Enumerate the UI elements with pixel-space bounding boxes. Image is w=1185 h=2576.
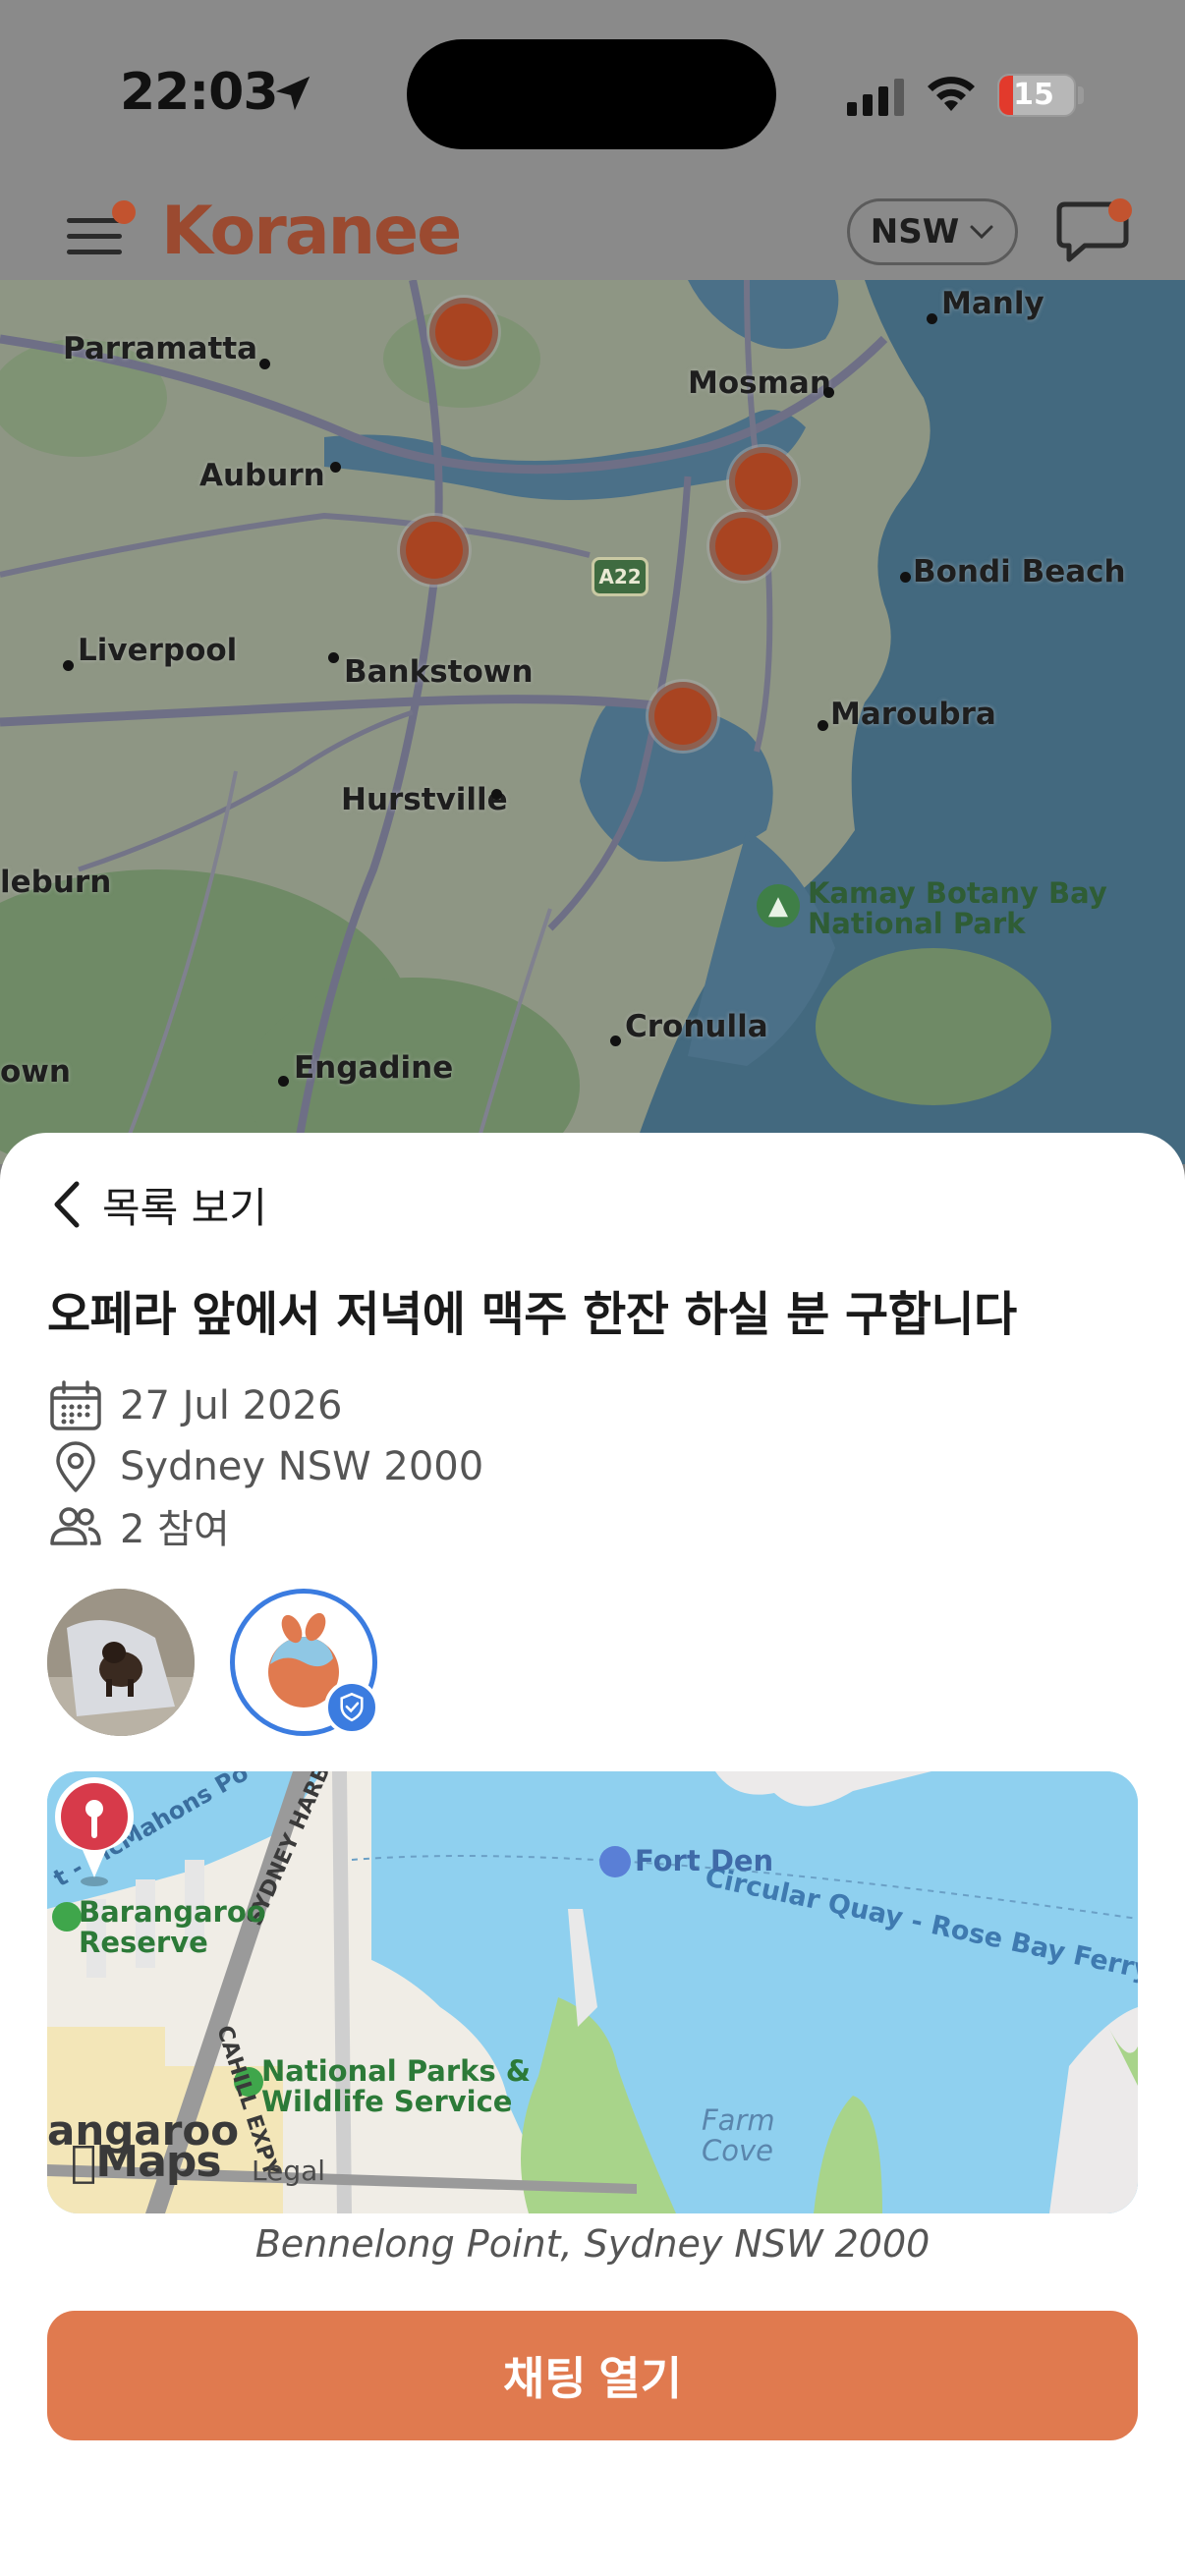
map-label-leburn: leburn xyxy=(0,865,112,900)
people-icon xyxy=(50,1507,101,1545)
dynamic-island xyxy=(407,39,776,149)
meetup-marker[interactable] xyxy=(709,512,778,581)
meetup-date: 27 Jul 2026 xyxy=(120,1383,343,1428)
map-dot-parramatta xyxy=(259,359,270,369)
map-label-parramatta: Parramatta xyxy=(63,331,258,366)
map-label-mosman: Mosman xyxy=(688,365,831,401)
map-dot-manly xyxy=(927,313,937,324)
shield-check-icon xyxy=(324,1680,379,1735)
meetup-participants-row: 2 참여 xyxy=(49,1499,230,1552)
status-time: 22:03 xyxy=(120,63,279,122)
meetup-participants: 2 참여 xyxy=(120,1507,230,1552)
back-label: 목록 보기 xyxy=(102,1183,267,1232)
meetup-marker[interactable] xyxy=(429,298,498,366)
back-to-list-button[interactable]: 목록 보기 xyxy=(49,1171,267,1238)
region-label: NSW xyxy=(870,212,960,252)
participant-avatar[interactable] xyxy=(47,1589,195,1736)
map-label-kamay: Kamay Botany Bay National Park xyxy=(808,876,1107,940)
apple-icon:  xyxy=(71,2137,96,2187)
mini-map-label-barangaroo: Barangaroo Reserve xyxy=(79,1895,266,1959)
map-dot-bankstown xyxy=(328,652,339,663)
mini-map-label-npws: National Parks & Wildlife Service xyxy=(261,2054,532,2118)
meetup-location-row: Sydney NSW 2000 xyxy=(49,1440,483,1493)
apple-maps-watermark: Maps xyxy=(71,2137,222,2187)
location-arrow-icon xyxy=(275,76,310,111)
battery-level: 15 xyxy=(1013,78,1054,112)
map-terrain xyxy=(0,280,1185,1164)
chevron-left-icon xyxy=(54,1181,80,1228)
map-pin-icon xyxy=(56,1441,95,1492)
region-selector[interactable]: NSW xyxy=(847,198,1018,265)
map-label-bondi-beach: Bondi Beach xyxy=(913,554,1126,589)
map-dot-liverpool xyxy=(63,660,74,671)
map-legal-link[interactable]: Legal xyxy=(252,2155,325,2187)
mini-map-label-farm-cove: Farm Cove xyxy=(702,2103,775,2167)
chat-notification-dot xyxy=(1108,198,1132,222)
map-dot-auburn xyxy=(330,462,341,473)
meetup-date-row: 27 Jul 2026 xyxy=(49,1379,342,1432)
map-label-cronulla: Cronulla xyxy=(625,1009,768,1044)
map-label-hurstville: Hurstville xyxy=(341,782,508,817)
map-label-auburn: Auburn xyxy=(199,458,325,493)
meetup-marker[interactable] xyxy=(649,682,717,751)
app-logo: Koranee xyxy=(161,193,462,270)
map-label-maroubra: Maroubra xyxy=(830,697,996,732)
battery-nub xyxy=(1078,86,1084,104)
map-label-manly: Manly xyxy=(941,286,1044,321)
meetup-marker[interactable] xyxy=(729,447,798,516)
meetup-address: Bennelong Point, Sydney NSW 2000 xyxy=(254,2222,931,2266)
chevron-down-icon xyxy=(970,225,993,240)
map-dot-mosman xyxy=(823,387,834,398)
map-dot-bondi xyxy=(900,572,911,583)
map-label-own: own xyxy=(0,1054,72,1090)
menu-notification-dot xyxy=(112,200,136,224)
meetup-title: 오페라 앞에서 저녁에 맥주 한잔 하실 분 구합니다 xyxy=(47,1287,1017,1342)
map-dot-cronulla xyxy=(610,1036,621,1046)
battery-icon: 15 xyxy=(997,74,1076,117)
map-label-bankstown: Bankstown xyxy=(344,654,534,690)
calendar-icon xyxy=(50,1380,101,1430)
meetup-marker[interactable] xyxy=(400,516,469,585)
map-dot-hurstville xyxy=(491,789,502,800)
signal-icon xyxy=(847,79,904,116)
route-shield-a22: A22 xyxy=(592,557,649,596)
map-label-liverpool: Liverpool xyxy=(78,633,238,668)
park-icon: ▲ xyxy=(757,884,800,927)
area-map[interactable]: Manly Parramatta Mosman Auburn Bondi Bea… xyxy=(0,280,1185,1164)
mini-map-label-fort-denison: Fort Den xyxy=(635,1844,774,1877)
map-pin-marker-icon xyxy=(55,1777,134,1886)
map-label-engadine: Engadine xyxy=(294,1050,454,1086)
location-preview-map[interactable]: t - McMahons Po SYDNEY HARB Barangaroo R… xyxy=(47,1771,1138,2213)
open-chat-button[interactable]: 채팅 열기 xyxy=(47,2311,1138,2440)
map-dot-maroubra xyxy=(818,720,828,731)
map-dot-engadine xyxy=(278,1076,289,1087)
meetup-location: Sydney NSW 2000 xyxy=(120,1444,484,1489)
wifi-icon xyxy=(928,77,975,111)
